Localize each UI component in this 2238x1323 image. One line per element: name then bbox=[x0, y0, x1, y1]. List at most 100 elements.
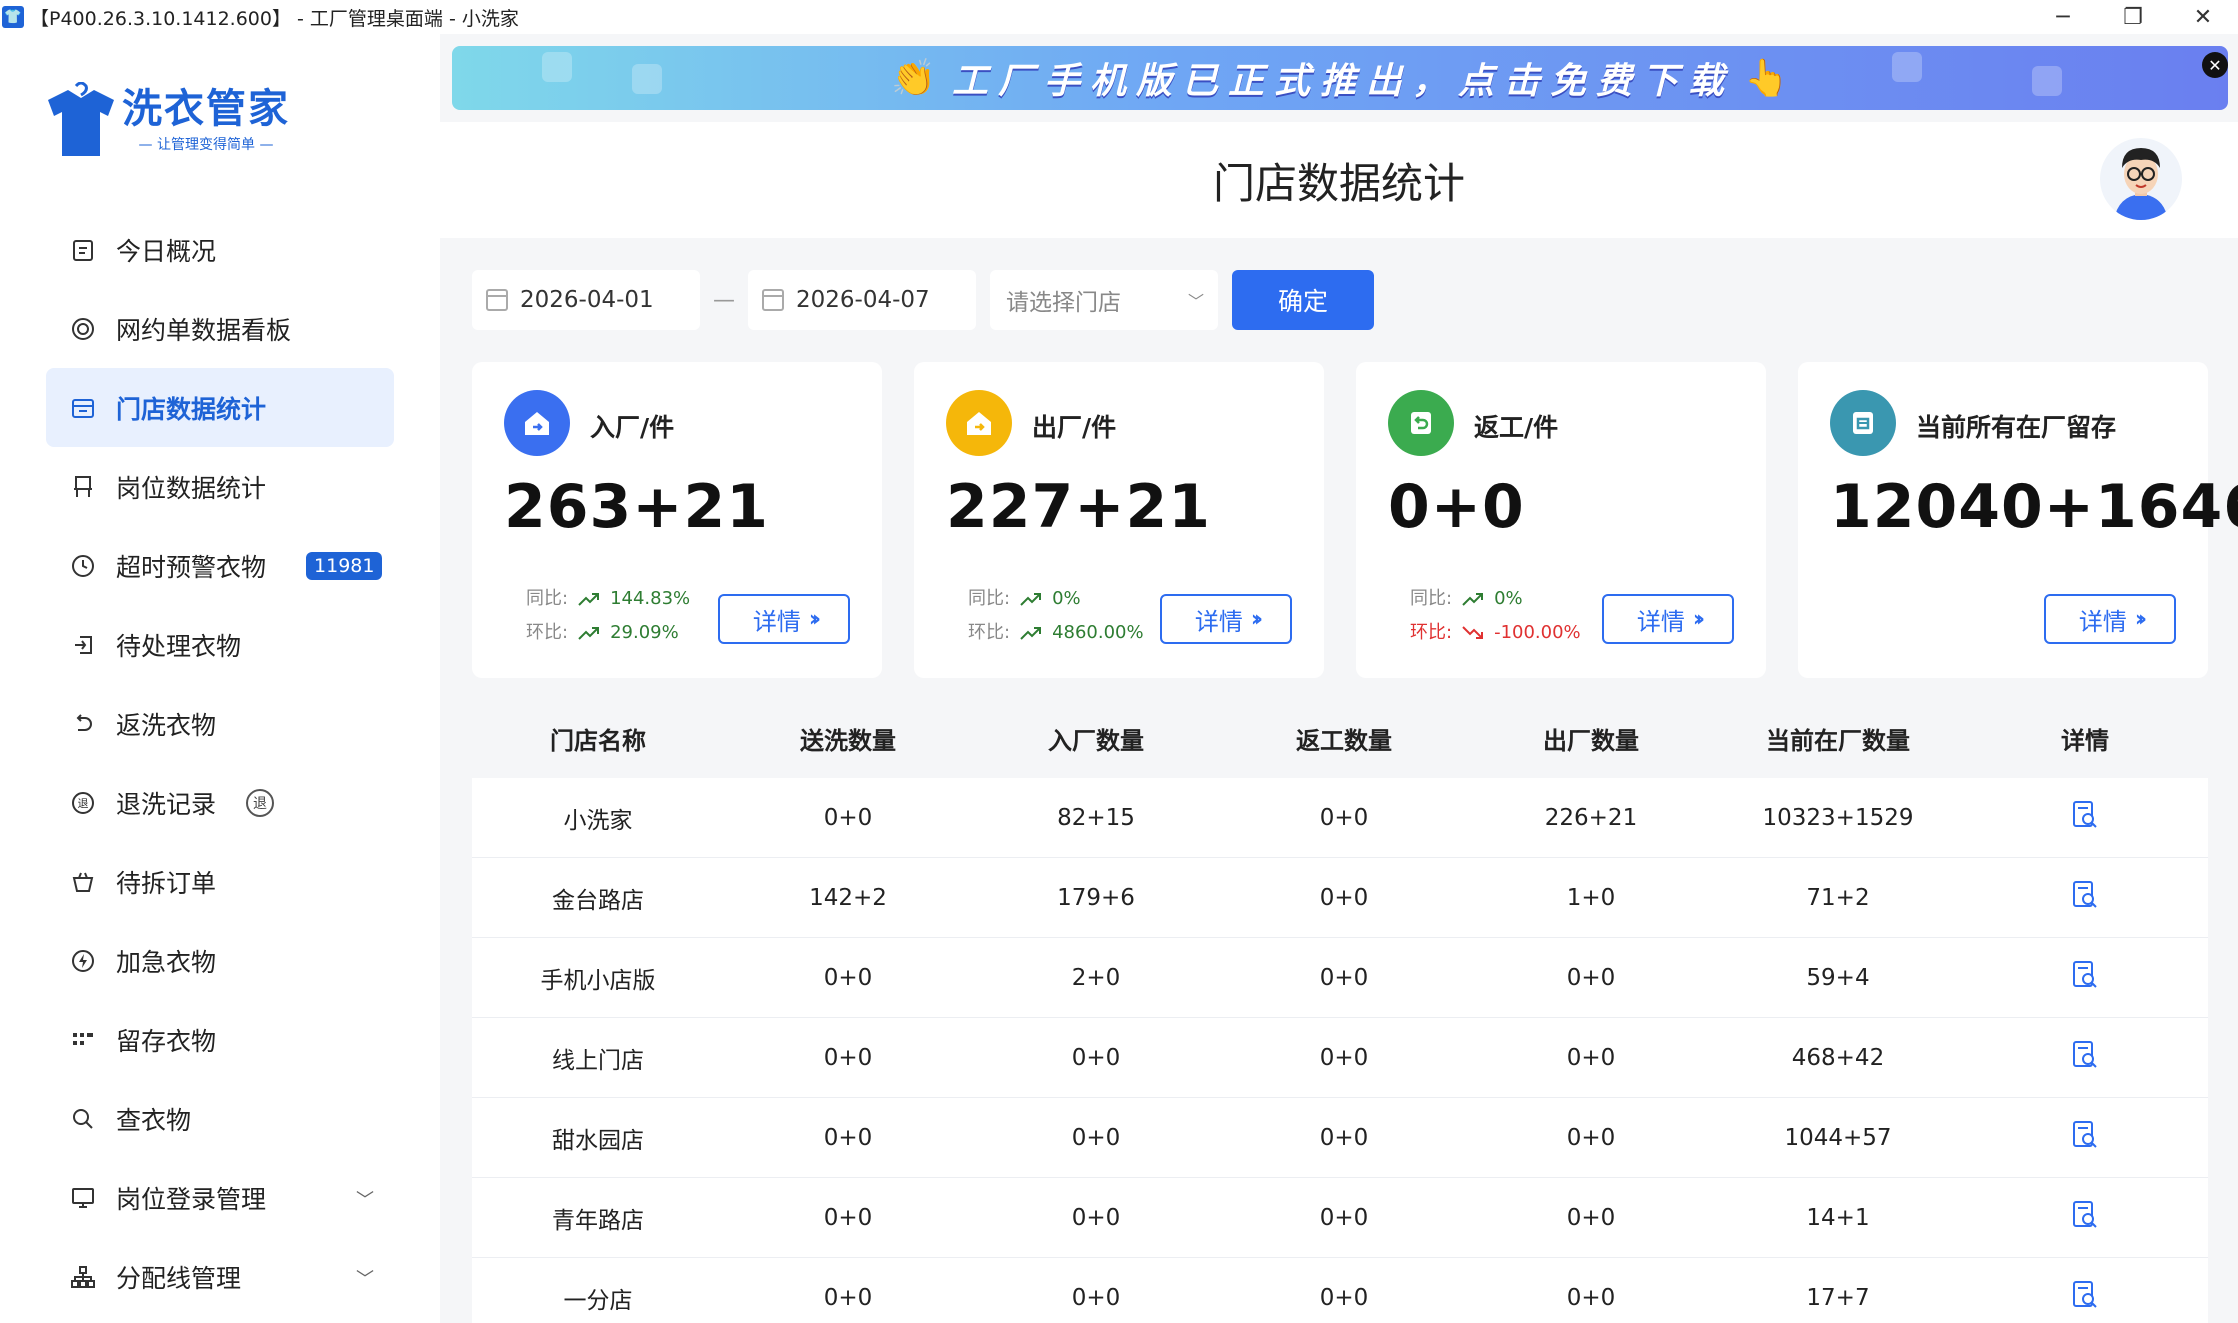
sidebar-item-post-login-management[interactable]: 岗位登录管理 ﹀ bbox=[46, 1158, 394, 1237]
card-stats: 同比: 144.83% 环比: 29.09% bbox=[526, 582, 690, 650]
rework-detail-button[interactable]: 详情 ›› bbox=[1602, 594, 1734, 644]
sidebar-item-today-overview[interactable]: 今日概况 bbox=[46, 210, 394, 289]
store-stats-table: 门店名称 送洗数量 入厂数量 返工数量 出厂数量 当前在厂数量 详情 小洗家 0+… bbox=[472, 698, 2208, 1323]
table-cell: 0+0 bbox=[1319, 1044, 1369, 1071]
row-detail-button[interactable] bbox=[1962, 960, 2208, 996]
main-content: 👏 工厂手机版已正式推出，点击免费下载 👆 ✕ 门店数据统计 2026-04-0… bbox=[440, 34, 2238, 1323]
end-date-picker[interactable]: 2026-04-07 bbox=[748, 270, 976, 330]
row-detail-button[interactable] bbox=[1962, 1280, 2208, 1316]
minimize-button[interactable]: ─ bbox=[2028, 0, 2098, 34]
trend-up-icon bbox=[578, 627, 600, 640]
sidebar-item-online-order-dashboard[interactable]: 网约单数据看板 bbox=[46, 289, 394, 368]
close-button[interactable]: ✕ bbox=[2168, 0, 2238, 34]
chevron-down-icon[interactable]: ﹀ bbox=[356, 1265, 374, 1291]
table-cell: 0+0 bbox=[1319, 1204, 1369, 1231]
table-cell: 0+0 bbox=[823, 1284, 873, 1311]
sidebar-item-urgent-clothes[interactable]: 加急衣物 bbox=[46, 921, 394, 1000]
outbound-detail-button[interactable]: 详情 ›› bbox=[1160, 594, 1292, 644]
table-cell: 0+0 bbox=[1071, 1284, 1121, 1311]
table-cell: 0+0 bbox=[1071, 1124, 1121, 1151]
start-date-picker[interactable]: 2026-04-01 bbox=[472, 270, 700, 330]
banner-deco-icon bbox=[1892, 52, 1922, 82]
card-value: 0+0 bbox=[1388, 472, 1525, 542]
table-cell: 71+2 bbox=[1806, 884, 1870, 911]
clipboard-icon bbox=[70, 237, 96, 263]
calendar-icon bbox=[486, 289, 508, 311]
inbound-detail-button[interactable]: 详情 ›› bbox=[718, 594, 850, 644]
store-icon bbox=[70, 395, 96, 421]
table-cell: 0+0 bbox=[1319, 964, 1369, 991]
monitor-icon bbox=[70, 1185, 96, 1211]
sidebar-item-label: 返洗衣物 bbox=[116, 710, 217, 740]
sidebar-item-retained-clothes[interactable]: 留存衣物 bbox=[46, 1000, 394, 1079]
sidebar-item-label: 待处理衣物 bbox=[116, 631, 242, 661]
card-current-retained: 当前所有在厂留存 12040+1646 详情 ›› bbox=[1798, 362, 2238, 678]
banner-close-button[interactable]: ✕ bbox=[2202, 52, 2228, 78]
table-cell: 226+21 bbox=[1544, 804, 1638, 831]
table-cell: 0+0 bbox=[823, 1204, 873, 1231]
clock-icon bbox=[70, 553, 96, 579]
svg-text:退: 退 bbox=[78, 797, 89, 810]
sidebar-item-search-clothes[interactable]: 查衣物 bbox=[46, 1079, 394, 1158]
card-value: 263+21 bbox=[504, 472, 770, 542]
card-inbound: 入厂/件 263+21 同比: 144.83% 环比: 29.09% 详情 ›› bbox=[472, 362, 882, 678]
card-stats: 同比: 0% 环比: -100.00% bbox=[1410, 582, 1581, 650]
table-row: 小洗家 0+0 82+15 0+0 226+21 10323+1529 bbox=[472, 778, 2208, 858]
sidebar-item-rewash-clothes[interactable]: 返洗衣物 bbox=[46, 684, 394, 763]
retained-detail-button[interactable]: 详情 ›› bbox=[2044, 594, 2176, 644]
table-cell: 0+0 bbox=[823, 804, 873, 831]
logo-name: 洗衣管家 bbox=[122, 86, 290, 132]
document-search-icon bbox=[2073, 960, 2097, 988]
yoy-label: 同比: bbox=[526, 588, 569, 609]
table-cell: 468+42 bbox=[1791, 1044, 1885, 1071]
row-detail-button[interactable] bbox=[1962, 1120, 2208, 1156]
double-chevron-right-icon: ›› bbox=[808, 606, 821, 632]
sidebar-item-distribution-line-management[interactable]: 分配线管理 ﹀ bbox=[46, 1237, 394, 1316]
row-detail-button[interactable] bbox=[1962, 880, 2208, 916]
restore-button[interactable]: ❐ bbox=[2098, 0, 2168, 34]
pointing-hand-icon: 👆 bbox=[1744, 58, 1789, 99]
yoy-label: 同比: bbox=[1410, 588, 1453, 609]
table-cell: 179+6 bbox=[1057, 884, 1135, 911]
banner-deco-icon bbox=[632, 64, 662, 94]
sidebar-item-label: 退洗记录 bbox=[116, 789, 217, 819]
sidebar-item-pending-clothes[interactable]: 待处理衣物 bbox=[46, 605, 394, 684]
app-shirt-icon: 👕 bbox=[2, 6, 24, 28]
table-cell: 线上门店 bbox=[552, 1047, 644, 1074]
sidebar-item-label: 网约单数据看板 bbox=[116, 315, 292, 345]
row-detail-button[interactable] bbox=[1962, 1200, 2208, 1236]
table-cell: 2+0 bbox=[1071, 964, 1121, 991]
card-title: 出厂/件 bbox=[1032, 413, 1117, 442]
sidebar-item-store-statistics[interactable]: 门店数据统计 bbox=[46, 368, 394, 447]
login-box-icon bbox=[70, 632, 96, 658]
document-search-icon bbox=[2073, 1040, 2097, 1068]
sidebar-item-timeout-warning[interactable]: 超时预警衣物 11981 bbox=[46, 526, 394, 605]
avatar[interactable] bbox=[2100, 138, 2182, 220]
table-cell: 0+0 bbox=[1566, 1124, 1616, 1151]
card-title: 当前所有在厂留存 bbox=[1916, 413, 2117, 442]
detail-label: 详情 bbox=[1194, 607, 1243, 636]
sidebar-nav: 今日概况 网约单数据看板 门店数据统计 岗位数据统计 超时预警衣物 11981 … bbox=[46, 210, 394, 1316]
sidebar-item-post-statistics[interactable]: 岗位数据统计 bbox=[46, 447, 394, 526]
return-arrow-icon bbox=[70, 711, 96, 737]
store-select[interactable]: 请选择门店 ﹀ bbox=[990, 270, 1218, 330]
sidebar-item-label: 待拆订单 bbox=[116, 868, 217, 898]
sidebar-item-label: 留存衣物 bbox=[116, 1026, 217, 1056]
sidebar-item-label: 门店数据统计 bbox=[116, 394, 267, 424]
table-cell: 0+0 bbox=[823, 964, 873, 991]
download-banner[interactable]: 👏 工厂手机版已正式推出，点击免费下载 👆 ✕ bbox=[452, 46, 2228, 110]
table-cell: 0+0 bbox=[1566, 1204, 1616, 1231]
detail-label: 详情 bbox=[1636, 607, 1685, 636]
table-header: 门店名称 送洗数量 入厂数量 返工数量 出厂数量 当前在厂数量 详情 bbox=[472, 698, 2208, 778]
sidebar-item-pending-split-orders[interactable]: 待拆订单 bbox=[46, 842, 394, 921]
row-detail-button[interactable] bbox=[1962, 800, 2208, 836]
window-title: 【P400.26.3.10.1412.600】 - 工厂管理桌面端 - 小洗家 bbox=[30, 7, 519, 30]
archive-box-icon bbox=[1830, 390, 1896, 456]
chevron-down-icon[interactable]: ﹀ bbox=[356, 1186, 374, 1212]
trend-up-icon bbox=[578, 593, 600, 606]
sidebar-item-refund-records[interactable]: 退 退洗记录 退 bbox=[46, 763, 394, 842]
chair-icon bbox=[70, 474, 96, 500]
logo-slogan: — 让管理变得简单 — bbox=[138, 137, 274, 153]
row-detail-button[interactable] bbox=[1962, 1040, 2208, 1076]
confirm-button[interactable]: 确定 bbox=[1232, 270, 1374, 330]
